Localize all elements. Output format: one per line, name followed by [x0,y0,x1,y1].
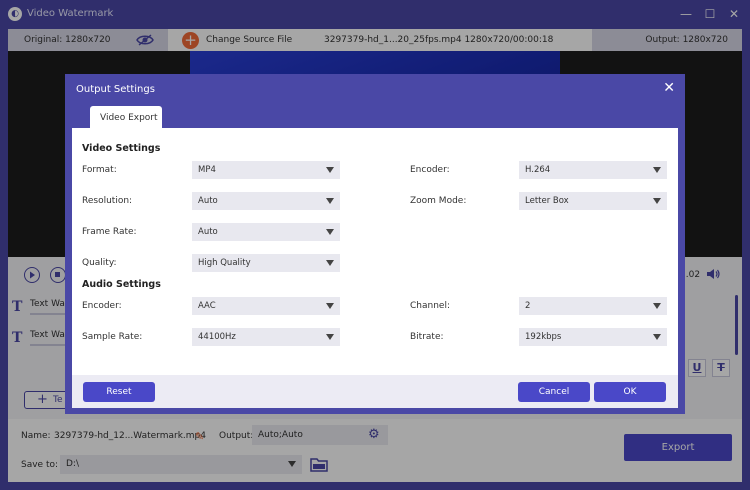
audio-settings-heading: Audio Settings [82,279,161,290]
channel-value: 2 [525,301,531,311]
tab-video-export[interactable]: Video Export [90,106,162,129]
output-settings-dialog: Output Settings ✕ Video Export Video Set… [65,74,685,414]
zoom-mode-label: Zoom Mode: [410,196,467,206]
zoom-mode-select[interactable]: Letter Box [519,192,667,210]
chevron-down-icon [326,260,334,266]
format-select[interactable]: MP4 [192,161,340,179]
resolution-select[interactable]: Auto [192,192,340,210]
audio-encoder-select[interactable]: AAC [192,297,340,315]
ok-button[interactable]: OK [594,382,666,402]
bitrate-value: 192kbps [525,332,562,342]
sample-rate-label: Sample Rate: [82,332,143,342]
chevron-down-icon [326,229,334,235]
settings-panel: Video Settings Format: MP4 Encoder: H.26… [72,128,678,375]
chevron-down-icon [326,303,334,309]
cancel-button[interactable]: Cancel [518,382,590,402]
frame-rate-value: Auto [198,227,218,237]
frame-rate-select[interactable]: Auto [192,223,340,241]
quality-value: High Quality [198,258,251,268]
chevron-down-icon [653,303,661,309]
chevron-down-icon [653,167,661,173]
format-label: Format: [82,165,117,175]
quality-select[interactable]: High Quality [192,254,340,272]
encoder-label: Encoder: [410,165,450,175]
audio-encoder-value: AAC [198,301,216,311]
encoder-select[interactable]: H.264 [519,161,667,179]
bitrate-label: Bitrate: [410,332,444,342]
tab-video-export-label: Video Export [100,113,158,123]
format-value: MP4 [198,165,216,175]
chevron-down-icon [326,167,334,173]
resolution-label: Resolution: [82,196,133,206]
sample-rate-select[interactable]: 44100Hz [192,328,340,346]
chevron-down-icon [326,198,334,204]
encoder-value: H.264 [525,165,551,175]
video-settings-heading: Video Settings [82,143,161,154]
chevron-down-icon [326,334,334,340]
resolution-value: Auto [198,196,218,206]
zoom-mode-value: Letter Box [525,196,569,206]
quality-label: Quality: [82,258,117,268]
bitrate-select[interactable]: 192kbps [519,328,667,346]
chevron-down-icon [653,334,661,340]
channel-label: Channel: [410,301,450,311]
sample-rate-value: 44100Hz [198,332,236,342]
frame-rate-label: Frame Rate: [82,227,137,237]
dialog-title: Output Settings [76,84,155,95]
channel-select[interactable]: 2 [519,297,667,315]
audio-encoder-label: Encoder: [82,301,122,311]
chevron-down-icon [653,198,661,204]
reset-button[interactable]: Reset [83,382,155,402]
dialog-footer: Reset Cancel OK [72,375,678,408]
close-icon[interactable]: ✕ [663,80,675,96]
